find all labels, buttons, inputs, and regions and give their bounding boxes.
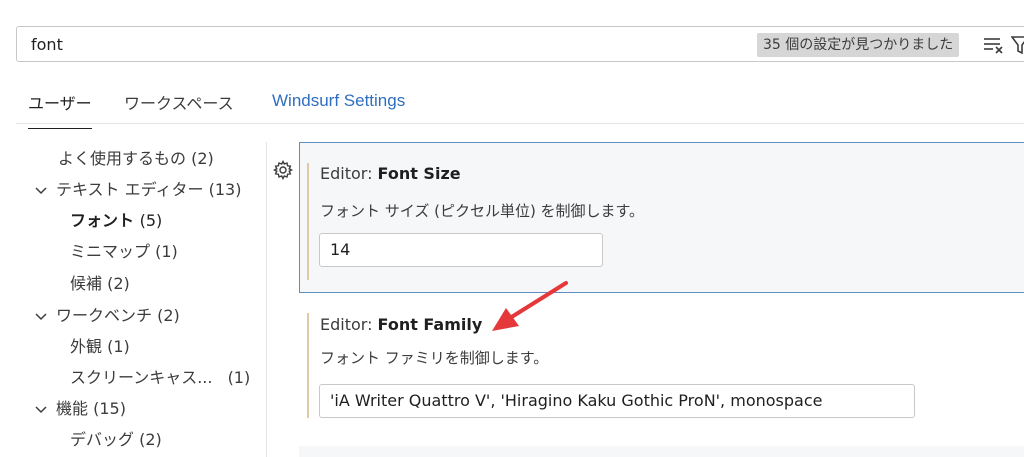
modified-indicator: [307, 163, 309, 280]
setting-category: Editor:: [320, 164, 378, 183]
setting-category: Editor:: [320, 315, 378, 334]
tree-item-count: (2): [139, 430, 162, 449]
settings-search-box[interactable]: font 35 個の設定が見つかりました: [16, 26, 1024, 62]
chevron-down-icon: [35, 405, 47, 413]
tab-windsurf-settings[interactable]: Windsurf Settings: [272, 91, 405, 125]
tree-item-text-editor[interactable]: テキスト エディター (13): [34, 178, 241, 202]
tree-item-count: (2): [157, 306, 180, 325]
tree-item-count: (13): [208, 180, 242, 199]
tree-item-label: 外観: [70, 337, 103, 356]
tree-item-suggest[interactable]: 候補 (2): [70, 272, 130, 296]
tree-item-label: ミニマップ: [70, 242, 151, 261]
tree-item-features[interactable]: 機能 (15): [34, 397, 126, 421]
tree-item-count: (2): [107, 274, 130, 293]
gear-icon[interactable]: [273, 160, 293, 180]
tree-item-debug[interactable]: デバッグ (2): [70, 428, 162, 452]
tree-item-label: テキスト エディター: [56, 180, 204, 199]
tree-item-count: (15): [93, 399, 126, 418]
search-input[interactable]: font: [31, 35, 63, 54]
modified-indicator: [307, 313, 309, 418]
tree-item-appearance[interactable]: 外観 (1): [70, 335, 130, 359]
annotation-arrow-icon: [492, 281, 568, 331]
tree-sash[interactable]: [266, 142, 267, 457]
font-size-input[interactable]: 14: [319, 233, 603, 267]
tree-item-label: スクリーンキャス...: [70, 368, 213, 387]
search-result-count-badge: 35 個の設定が見つかりました: [757, 33, 960, 57]
tree-item-common[interactable]: よく使用するもの (2): [58, 147, 214, 171]
tree-item-label: デバッグ: [70, 430, 135, 449]
tree-item-label: 候補: [70, 274, 103, 293]
filter-icon[interactable]: [1011, 35, 1024, 55]
tree-item-minimap[interactable]: ミニマップ (1): [70, 240, 178, 264]
setting-title: Editor: Font Size: [320, 164, 461, 183]
next-setting-row: [299, 446, 1024, 457]
setting-description: フォント ファミリを制御します。: [320, 349, 549, 367]
tree-item-count: (2): [191, 149, 214, 168]
font-family-input[interactable]: 'iA Writer Quattro V', 'Hiragino Kaku Go…: [319, 384, 915, 418]
tree-item-count: (5): [139, 211, 163, 230]
tabs-divider: [16, 123, 1024, 124]
tree-item-label: 機能: [56, 399, 89, 418]
chevron-down-icon: [35, 186, 47, 194]
tree-item-label: フォント: [70, 211, 135, 230]
tree-item-count: (1): [227, 368, 251, 387]
tree-item-count: (1): [107, 337, 130, 356]
tree-item-screencast[interactable]: スクリーンキャス... (1): [70, 366, 250, 390]
chevron-down-icon: [35, 312, 47, 320]
tree-item-label: ワークベンチ: [56, 306, 153, 325]
setting-name: Font Family: [377, 315, 483, 334]
tree-item-label: よく使用するもの: [58, 149, 187, 168]
clear-filter-icon[interactable]: [983, 36, 1005, 54]
tree-item-font[interactable]: フォント (5): [70, 209, 162, 233]
tree-item-count: (1): [155, 242, 178, 261]
setting-name: Font Size: [377, 164, 461, 183]
tree-item-workbench[interactable]: ワークベンチ (2): [34, 304, 180, 328]
setting-title: Editor: Font Family: [320, 315, 482, 334]
setting-description: フォント サイズ (ピクセル単位) を制御します。: [320, 202, 645, 220]
